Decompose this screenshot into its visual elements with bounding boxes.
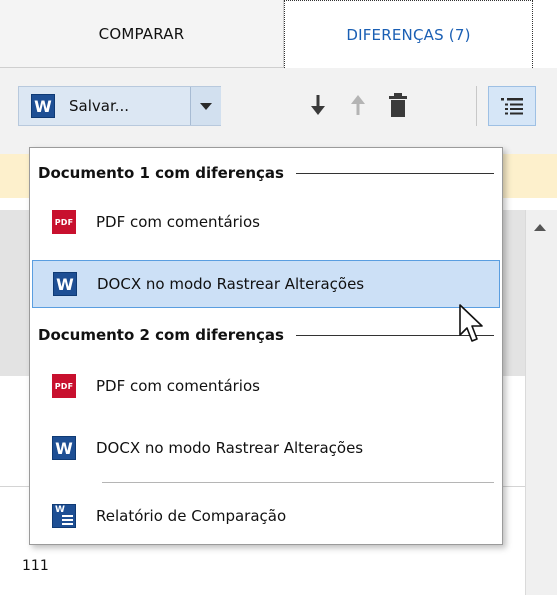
toolbar-divider xyxy=(476,86,477,126)
pdf-icon: PDF xyxy=(52,374,76,398)
list-item-number: 111 xyxy=(22,558,49,574)
report-icon: W xyxy=(52,504,76,528)
section-header-document-2: Documento 2 com diferenças xyxy=(30,318,502,352)
trash-icon xyxy=(389,93,407,117)
menu-item-doc1-pdf[interactable]: PDF PDF com comentários xyxy=(32,198,500,246)
menu-separator xyxy=(102,482,494,483)
list-view-button[interactable] xyxy=(488,86,536,126)
menu-item-label: Relatório de Comparação xyxy=(96,507,287,525)
save-dropdown-toggle[interactable] xyxy=(190,87,221,125)
tab-differences[interactable]: DIFERENÇAS (7) xyxy=(284,0,533,68)
section-label: Documento 2 com diferenças xyxy=(38,326,284,344)
menu-item-doc2-pdf[interactable]: PDF PDF com comentários xyxy=(32,362,500,410)
section-label: Documento 1 com diferenças xyxy=(38,164,284,182)
menu-item-label: DOCX no modo Rastrear Alterações xyxy=(96,439,364,457)
menu-item-icon-wrap: PDF xyxy=(32,210,96,234)
menu-item-doc1-docx[interactable]: W DOCX no modo Rastrear Alterações xyxy=(32,260,500,308)
save-button[interactable]: W Salvar... xyxy=(19,87,190,125)
report-icon-grid xyxy=(62,515,73,525)
scrollbar[interactable] xyxy=(525,210,557,595)
arrow-up-icon xyxy=(351,95,365,115)
menu-item-icon-wrap: W xyxy=(32,436,96,460)
report-icon-letter: W xyxy=(55,505,65,515)
scroll-up-icon[interactable] xyxy=(534,224,546,231)
menu-item-doc2-docx[interactable]: W DOCX no modo Rastrear Alterações xyxy=(32,424,500,472)
menu-item-label: DOCX no modo Rastrear Alterações xyxy=(97,275,365,293)
word-icon: W xyxy=(52,436,76,460)
next-difference-button[interactable] xyxy=(303,90,333,120)
save-button-label: Salvar... xyxy=(69,97,130,115)
menu-item-icon-wrap: PDF xyxy=(32,374,96,398)
menu-item-icon-wrap: W xyxy=(32,504,96,528)
menu-item-label: PDF com comentários xyxy=(96,377,260,395)
toolbar: W Salvar... xyxy=(0,68,557,154)
menu-item-comparison-report[interactable]: W Relatório de Comparação xyxy=(32,492,500,540)
word-icon: W xyxy=(31,94,55,118)
menu-item-label: PDF com comentários xyxy=(96,213,260,231)
save-dropdown-menu: Documento 1 com diferenças PDF PDF com c… xyxy=(29,147,503,545)
chevron-down-icon xyxy=(200,102,212,110)
app-window: COMPARAR DIFERENÇAS (7) W Salvar... 111 … xyxy=(0,0,557,595)
tab-bar-spacer xyxy=(533,0,557,68)
section-header-document-1: Documento 1 com diferenças xyxy=(30,156,502,190)
menu-item-icon-wrap: W xyxy=(33,272,97,296)
list-view-icon xyxy=(501,98,523,115)
tab-compare[interactable]: COMPARAR xyxy=(0,0,284,68)
tab-bar: COMPARAR DIFERENÇAS (7) xyxy=(0,0,557,68)
section-rule xyxy=(295,172,494,174)
pdf-icon: PDF xyxy=(52,210,76,234)
save-split-button: W Salvar... xyxy=(18,86,221,126)
previous-difference-button[interactable] xyxy=(343,90,373,120)
mouse-cursor-icon xyxy=(459,304,483,342)
delete-button[interactable] xyxy=(383,90,413,120)
arrow-down-icon xyxy=(311,95,325,115)
word-icon: W xyxy=(53,272,77,296)
